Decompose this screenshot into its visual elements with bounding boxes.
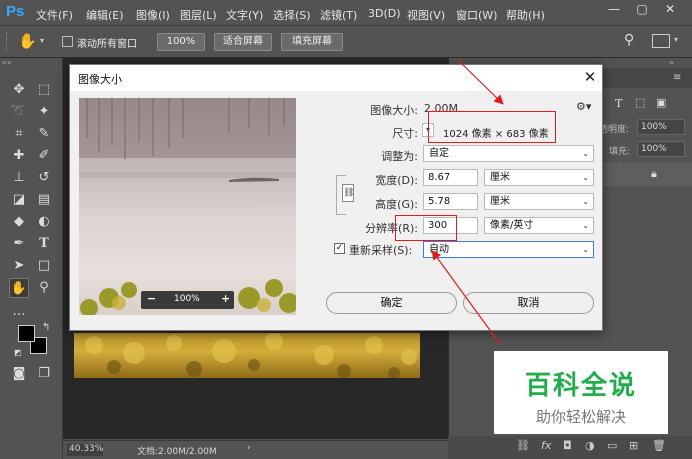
watermark-title: 百科全说 [524,371,637,401]
watermark-logo: 百科全说 助你轻松解决 [494,351,668,434]
arrow-to-resample [431,250,501,345]
foreground-color-swatch[interactable] [18,325,35,342]
arrow-to-dimensions [457,59,504,105]
watermark-subtitle: 助你轻松解决 [535,408,626,426]
